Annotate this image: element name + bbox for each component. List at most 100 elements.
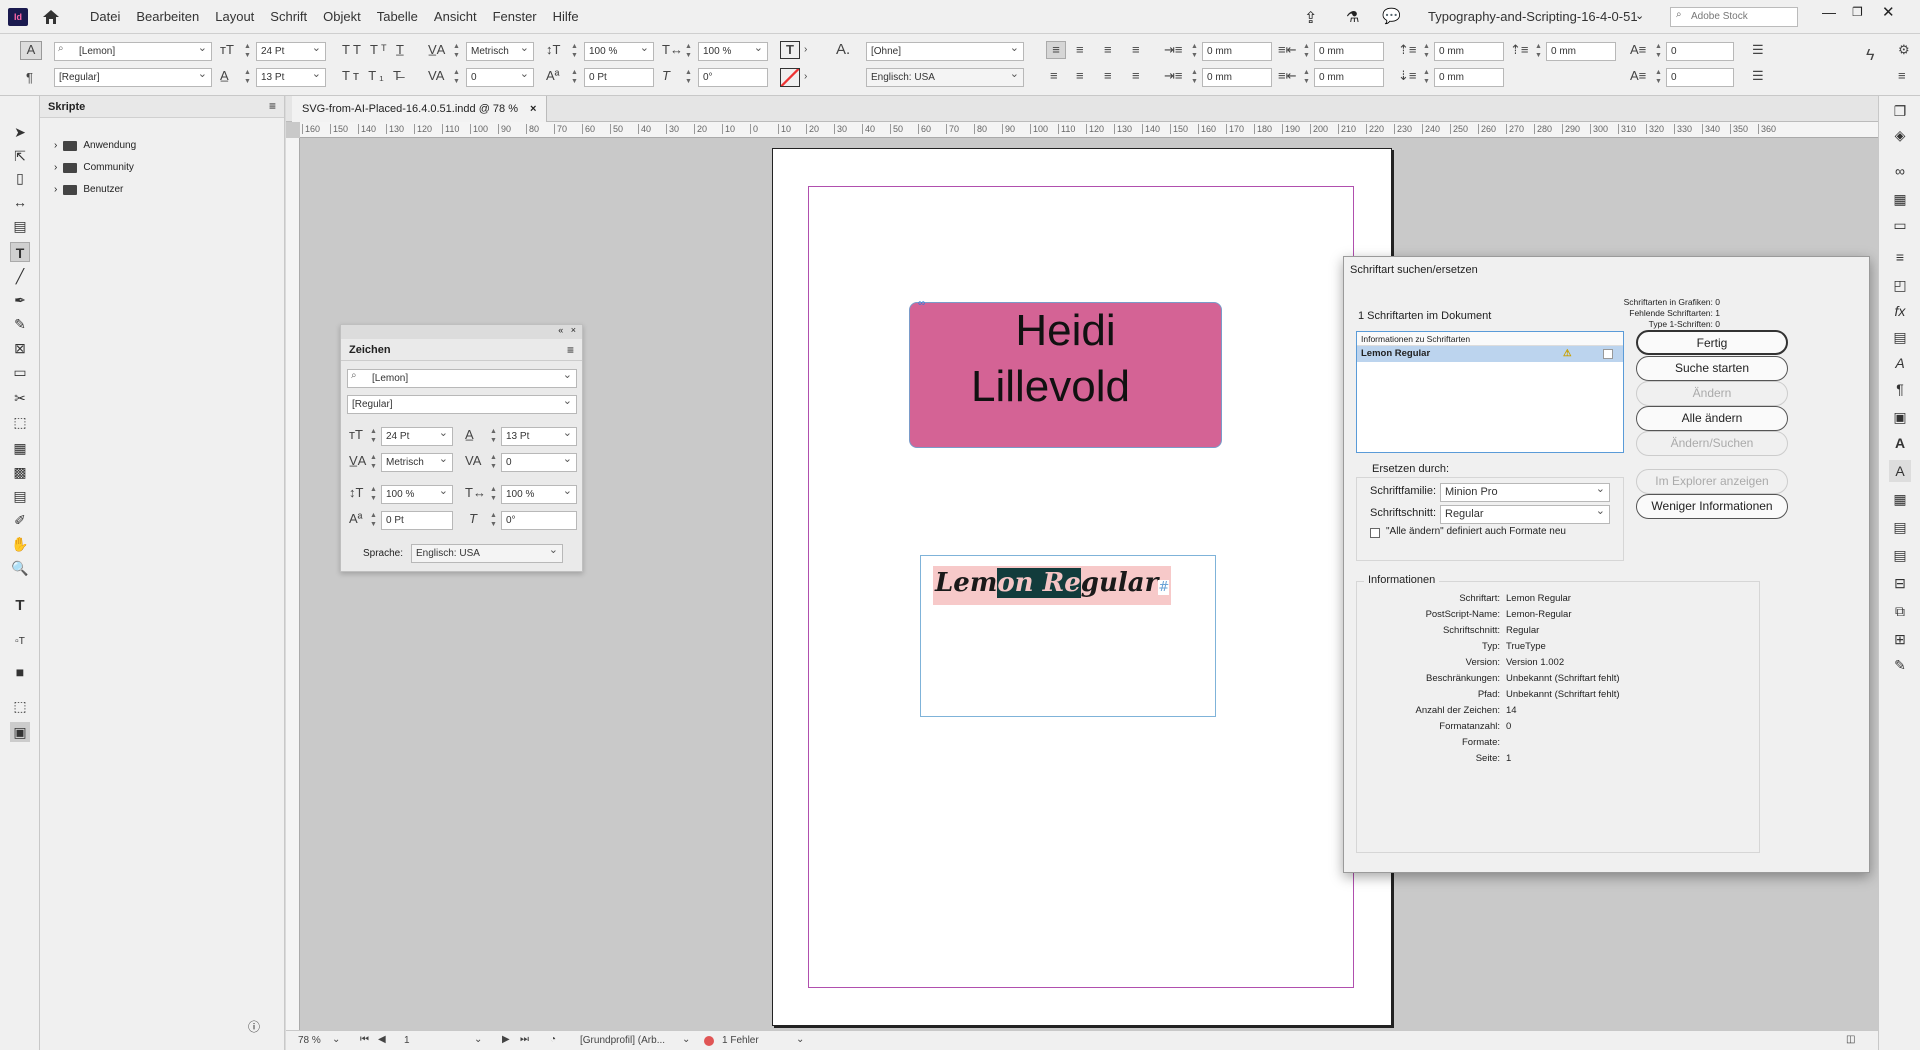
drop-cap-chars-field[interactable]: 0 bbox=[1666, 68, 1734, 87]
glyphs-icon[interactable]: A bbox=[1889, 432, 1911, 454]
kerning-field[interactable]: Metrisch bbox=[466, 42, 534, 61]
spinner-icon[interactable]: ▲ ▼ bbox=[452, 68, 461, 87]
stroke-icon[interactable]: ≡ bbox=[1889, 246, 1911, 268]
zoom-level[interactable]: 78 % bbox=[298, 1035, 321, 1046]
table-icon[interactable]: ▦ bbox=[1889, 488, 1911, 510]
spinner-icon[interactable]: ▲ ▼ bbox=[1302, 42, 1311, 61]
gradient-feather-tool-icon[interactable]: ▩ bbox=[10, 462, 30, 482]
character-styles-icon[interactable]: A bbox=[1889, 352, 1911, 374]
spinner-icon[interactable]: ▲ ▼ bbox=[684, 42, 693, 61]
formatting-text-icon[interactable]: T bbox=[10, 596, 30, 616]
script-folder-benutzer[interactable]: › Benutzer bbox=[54, 184, 123, 195]
redefine-checkbox[interactable] bbox=[1370, 528, 1380, 538]
preflight-profile[interactable]: [Grundprofil] (Arb... bbox=[580, 1035, 665, 1046]
first-line-indent-field[interactable]: 0 mm bbox=[1202, 68, 1272, 87]
zeichen-baseline-field[interactable]: 0 Pt bbox=[381, 511, 453, 530]
view-mode-icon[interactable]: ▣ bbox=[10, 722, 30, 742]
content-collector-icon[interactable]: ▤ bbox=[10, 216, 30, 236]
skew-field[interactable]: 0° bbox=[698, 68, 768, 87]
numbered-list-icon[interactable]: ☰ bbox=[1752, 68, 1764, 84]
close-icon[interactable]: × bbox=[571, 325, 576, 335]
font-family-field[interactable]: [Lemon] bbox=[54, 42, 212, 61]
chevron-down-icon[interactable]: ⌄ bbox=[1635, 9, 1644, 22]
change-all-button[interactable]: Alle ändern bbox=[1636, 406, 1788, 431]
scissors-tool-icon[interactable]: ✂ bbox=[10, 388, 30, 408]
text-stroke-icon[interactable] bbox=[780, 68, 800, 87]
chevron-down-icon[interactable]: ⌄ bbox=[682, 1034, 690, 1045]
menu-fenster[interactable]: Fenster bbox=[485, 0, 545, 34]
swatches-icon[interactable]: ▦ bbox=[1889, 188, 1911, 210]
share-icon[interactable]: ⇪ bbox=[1304, 8, 1317, 28]
drop-cap-lines-field[interactable]: 0 bbox=[1666, 42, 1734, 61]
lemon-text[interactable]: Lemon Regular# bbox=[933, 566, 1172, 605]
error-count[interactable]: 1 Fehler bbox=[722, 1035, 759, 1046]
quick-apply-icon[interactable]: ϟ bbox=[1866, 48, 1874, 64]
collapse-icon[interactable]: « bbox=[558, 325, 563, 335]
zoom-tool-icon[interactable]: 🔍 bbox=[10, 558, 30, 578]
color-icon[interactable]: ▭ bbox=[1889, 214, 1911, 236]
justify-right-icon[interactable]: ≡ bbox=[1104, 68, 1112, 84]
pathfinder-icon[interactable]: ⧉ bbox=[1889, 600, 1911, 622]
direct-selection-tool-icon[interactable]: ⇱ bbox=[10, 146, 30, 166]
open-document-icon[interactable]: ◔ bbox=[550, 1034, 556, 1045]
zeichen-kerning-field[interactable]: Metrisch bbox=[381, 453, 453, 472]
align-center-icon[interactable]: ≡ bbox=[1076, 42, 1084, 58]
last-line-indent-field[interactable]: 0 mm bbox=[1314, 68, 1384, 87]
chevron-down-icon[interactable]: ⌄ bbox=[474, 1034, 482, 1045]
table-styles-icon[interactable]: ▤ bbox=[1889, 516, 1911, 538]
vertical-scale-field[interactable]: 100 % bbox=[584, 42, 654, 61]
font-list[interactable]: Informationen zu Schriftarten Lemon Regu… bbox=[1356, 331, 1624, 453]
space-before-field[interactable]: 0 mm bbox=[1434, 42, 1504, 61]
spinner-icon[interactable]: ▲ ▼ bbox=[489, 453, 498, 472]
cell-styles-icon[interactable]: ▤ bbox=[1889, 544, 1911, 566]
bullet-list-icon[interactable]: ☰ bbox=[1752, 42, 1764, 58]
name-text-frame[interactable]: Heidi Lillevold bbox=[909, 302, 1222, 448]
menu-layout[interactable]: Layout bbox=[207, 0, 262, 34]
spinner-icon[interactable]: ▲ ▼ bbox=[243, 42, 252, 61]
zeichen-skew-field[interactable]: 0° bbox=[501, 511, 577, 530]
chevron-right-icon[interactable]: › bbox=[54, 162, 57, 173]
pencil-tool-icon[interactable]: ✎ bbox=[10, 314, 30, 334]
gear-icon[interactable]: ⚙ bbox=[1898, 42, 1910, 58]
right-indent-field[interactable]: 0 mm bbox=[1314, 42, 1384, 61]
menu-hilfe[interactable]: Hilfe bbox=[545, 0, 587, 34]
split-view-icon[interactable]: ◫ bbox=[1846, 1034, 1855, 1045]
script-folder-anwendung[interactable]: › Anwendung bbox=[54, 140, 136, 151]
language-field[interactable]: Englisch: USA bbox=[866, 68, 1024, 87]
links-icon[interactable]: ∞ bbox=[1889, 160, 1911, 182]
justify-center-icon[interactable]: ≡ bbox=[1076, 68, 1084, 84]
spinner-icon[interactable]: ▲ ▼ bbox=[1190, 68, 1199, 87]
document-title[interactable]: Typography-and-Scripting-16-4-0-51 bbox=[1428, 9, 1638, 24]
minimize-icon[interactable]: — bbox=[1822, 4, 1836, 20]
change-find-button[interactable]: Ändern/Suchen bbox=[1636, 431, 1788, 456]
spinner-icon[interactable]: ▲ ▼ bbox=[452, 42, 461, 61]
cc-libraries-icon[interactable]: ◰ bbox=[1889, 274, 1911, 296]
eyedropper-tool-icon[interactable]: ✐ bbox=[10, 510, 30, 530]
chevron-right-icon[interactable]: › bbox=[54, 140, 57, 151]
effects-icon[interactable]: fx bbox=[1889, 300, 1911, 322]
spinner-icon[interactable]: ▲ ▼ bbox=[489, 427, 498, 446]
leading-field[interactable]: 13 Pt bbox=[256, 68, 326, 87]
zeichen-leading-field[interactable]: 13 Pt bbox=[501, 427, 577, 446]
spinner-icon[interactable]: ▲ ▼ bbox=[1302, 68, 1311, 87]
justify-all-icon[interactable]: ≡ bbox=[1132, 68, 1140, 84]
less-info-button[interactable]: Weniger Informationen bbox=[1636, 494, 1788, 519]
close-window-icon[interactable]: ✕ bbox=[1882, 3, 1895, 21]
chevron-right-icon[interactable]: › bbox=[54, 184, 57, 195]
spinner-icon[interactable]: ▲ ▼ bbox=[570, 68, 579, 87]
info-icon[interactable]: ⓘ bbox=[248, 1018, 260, 1035]
next-page-icon[interactable]: ▶ bbox=[502, 1034, 510, 1045]
screen-mode-icon[interactable]: ⬚ bbox=[10, 696, 30, 716]
stock-search-input[interactable]: Adobe Stock bbox=[1670, 7, 1798, 27]
pages-icon[interactable]: ❐ bbox=[1889, 100, 1911, 122]
spinner-icon[interactable]: ▲ ▼ bbox=[570, 42, 579, 61]
free-transform-tool-icon[interactable]: ⬚ bbox=[10, 412, 30, 432]
spinner-icon[interactable]: ▲ ▼ bbox=[243, 68, 252, 87]
link-icon[interactable]: ∞ bbox=[918, 298, 925, 309]
home-icon[interactable] bbox=[40, 7, 62, 27]
character-icon[interactable]: A bbox=[1889, 460, 1911, 482]
spinner-icon[interactable]: ▲ ▼ bbox=[489, 511, 498, 530]
prev-page-icon[interactable]: ◀ bbox=[378, 1034, 386, 1045]
chevron-down-icon[interactable]: ⌄ bbox=[796, 1034, 804, 1045]
transform-icon[interactable]: ⊞ bbox=[1889, 628, 1911, 650]
